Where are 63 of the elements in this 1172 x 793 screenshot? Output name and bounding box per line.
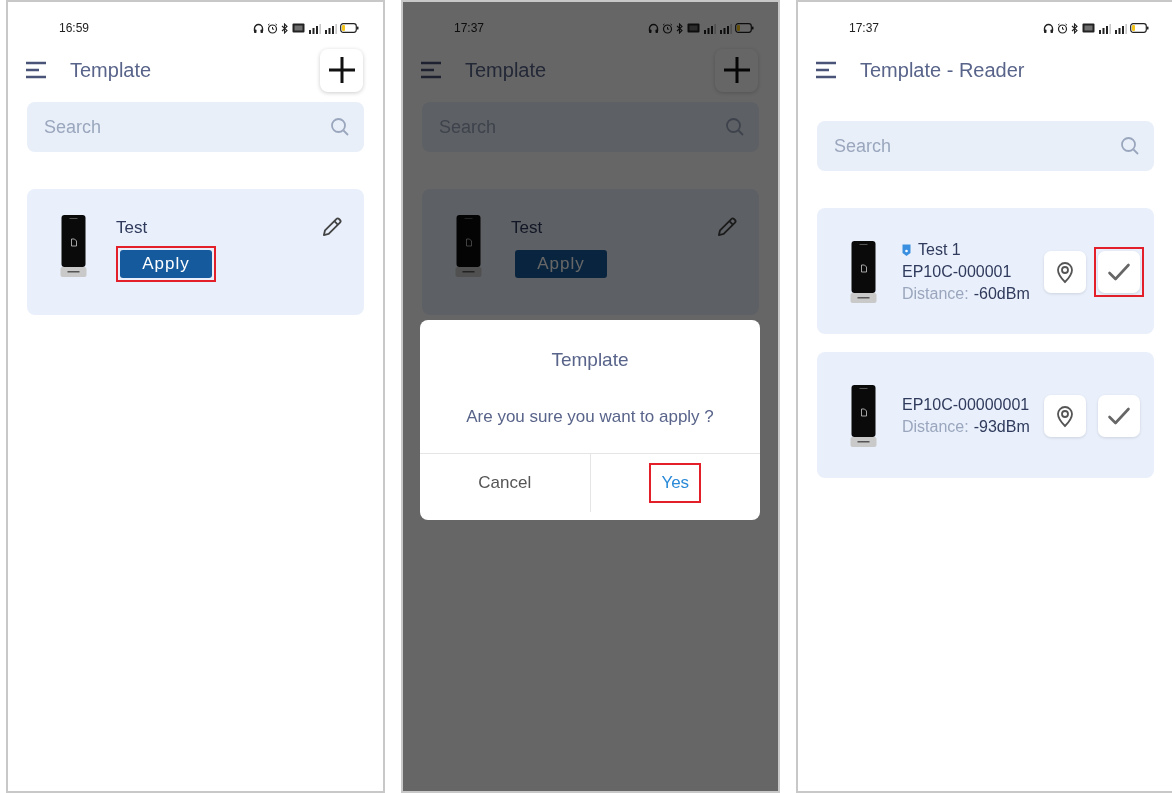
alarm-icon bbox=[1057, 22, 1068, 34]
tag-icon bbox=[902, 244, 911, 256]
signal-icon bbox=[1098, 22, 1111, 34]
cancel-button[interactable]: Cancel bbox=[466, 463, 544, 503]
dialog-title: Template bbox=[550, 348, 630, 372]
hd-icon bbox=[292, 23, 305, 33]
locate-button[interactable] bbox=[1044, 251, 1086, 293]
signal-icon bbox=[719, 22, 732, 34]
pencil-icon bbox=[716, 215, 739, 238]
search-icon bbox=[330, 117, 350, 137]
plus-icon bbox=[327, 56, 356, 84]
locate-button[interactable] bbox=[1044, 395, 1086, 437]
bluetooth-icon bbox=[281, 22, 289, 34]
search-icon bbox=[725, 117, 745, 137]
headphones-icon bbox=[253, 22, 264, 34]
distance-value: -60dBm bbox=[973, 284, 1030, 304]
reader-device-drawing bbox=[60, 215, 87, 277]
battery-icon bbox=[735, 23, 754, 33]
template-name: Test bbox=[116, 217, 148, 239]
status-time: 16:59 bbox=[59, 20, 90, 37]
bluetooth-icon bbox=[676, 22, 684, 34]
yes-button[interactable]: Yes bbox=[649, 463, 702, 503]
signal-icon bbox=[308, 22, 321, 34]
search-field[interactable]: Search bbox=[817, 121, 1154, 171]
page-title: Template bbox=[465, 58, 548, 83]
battery-icon bbox=[340, 23, 359, 33]
hd-icon bbox=[687, 23, 700, 33]
page-title: Template bbox=[70, 58, 153, 83]
search-field[interactable]: Search bbox=[27, 102, 364, 152]
status-time: 17:37 bbox=[849, 20, 880, 37]
reader-name: Test 1 bbox=[918, 240, 961, 260]
dialog-message: Are you sure you want to apply ? bbox=[465, 405, 715, 428]
headphones-icon bbox=[648, 22, 659, 34]
signal-icon bbox=[1114, 22, 1127, 34]
add-button[interactable] bbox=[320, 48, 363, 92]
plus-icon bbox=[722, 56, 751, 84]
signal-icon bbox=[703, 22, 716, 34]
headphones-icon bbox=[1043, 22, 1054, 34]
alarm-icon bbox=[662, 22, 673, 34]
search-icon bbox=[1120, 136, 1140, 156]
bluetooth-icon bbox=[1071, 22, 1079, 34]
alarm-icon bbox=[267, 22, 278, 34]
hd-icon bbox=[1082, 23, 1095, 33]
apply-button[interactable]: Apply bbox=[120, 249, 212, 278]
status-time: 17:37 bbox=[454, 20, 485, 37]
reader-device-drawing bbox=[850, 241, 877, 303]
serial-number: EP10C-00000001 bbox=[902, 395, 1031, 415]
distance-label: Distance: bbox=[902, 284, 969, 304]
menu-icon bbox=[25, 61, 47, 79]
menu-icon bbox=[815, 61, 837, 79]
page-title: Template - Reader bbox=[860, 58, 1026, 83]
battery-icon bbox=[1130, 23, 1149, 33]
signal-icon bbox=[324, 22, 337, 34]
select-button[interactable] bbox=[1098, 395, 1140, 437]
serial-number: EP10C-000001 bbox=[902, 262, 1013, 282]
edit-button[interactable] bbox=[321, 215, 344, 238]
menu-icon bbox=[420, 61, 442, 79]
pencil-icon bbox=[321, 215, 344, 238]
distance-label: Distance: bbox=[902, 417, 969, 437]
reader-device-drawing bbox=[850, 385, 877, 447]
template-name: Test bbox=[511, 217, 543, 239]
distance-value: -93dBm bbox=[973, 417, 1030, 437]
reader-device-drawing bbox=[455, 215, 482, 277]
